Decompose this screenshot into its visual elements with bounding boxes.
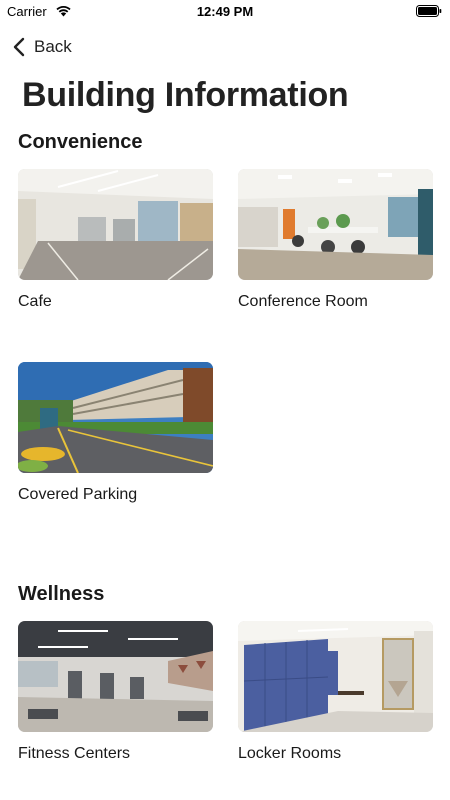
back-label: Back bbox=[34, 37, 72, 56]
card-conference-room[interactable]: Conference Room bbox=[238, 169, 433, 311]
card-label-conference-room: Conference Room bbox=[238, 293, 368, 310]
card-label-covered-parking: Covered Parking bbox=[18, 486, 138, 503]
back-button[interactable]: Back bbox=[12, 34, 72, 60]
covered-parking-photo bbox=[18, 362, 213, 473]
status-bar: Carrier 12:49 PM bbox=[0, 0, 450, 24]
section-title-wellness: Wellness bbox=[18, 583, 105, 605]
battery-icon bbox=[416, 5, 442, 17]
section-title-convenience: Convenience bbox=[18, 131, 143, 153]
chevron-left-icon bbox=[13, 37, 25, 57]
card-fitness-centers[interactable]: Fitness Centers bbox=[18, 621, 213, 763]
conference-room-photo bbox=[238, 169, 433, 280]
locker-room-photo bbox=[238, 621, 433, 732]
card-label-locker-rooms: Locker Rooms bbox=[238, 745, 342, 762]
fitness-center-photo bbox=[18, 621, 213, 732]
page-title: Building Information bbox=[22, 76, 349, 114]
card-label-fitness-centers: Fitness Centers bbox=[18, 745, 131, 762]
status-time: 12:49 PM bbox=[196, 4, 254, 19]
card-cafe[interactable]: Cafe bbox=[18, 169, 213, 311]
card-label-cafe: Cafe bbox=[18, 293, 52, 310]
card-covered-parking[interactable]: Covered Parking bbox=[18, 362, 213, 504]
card-locker-rooms[interactable]: Locker Rooms bbox=[238, 621, 433, 763]
cafe-photo bbox=[18, 169, 213, 280]
